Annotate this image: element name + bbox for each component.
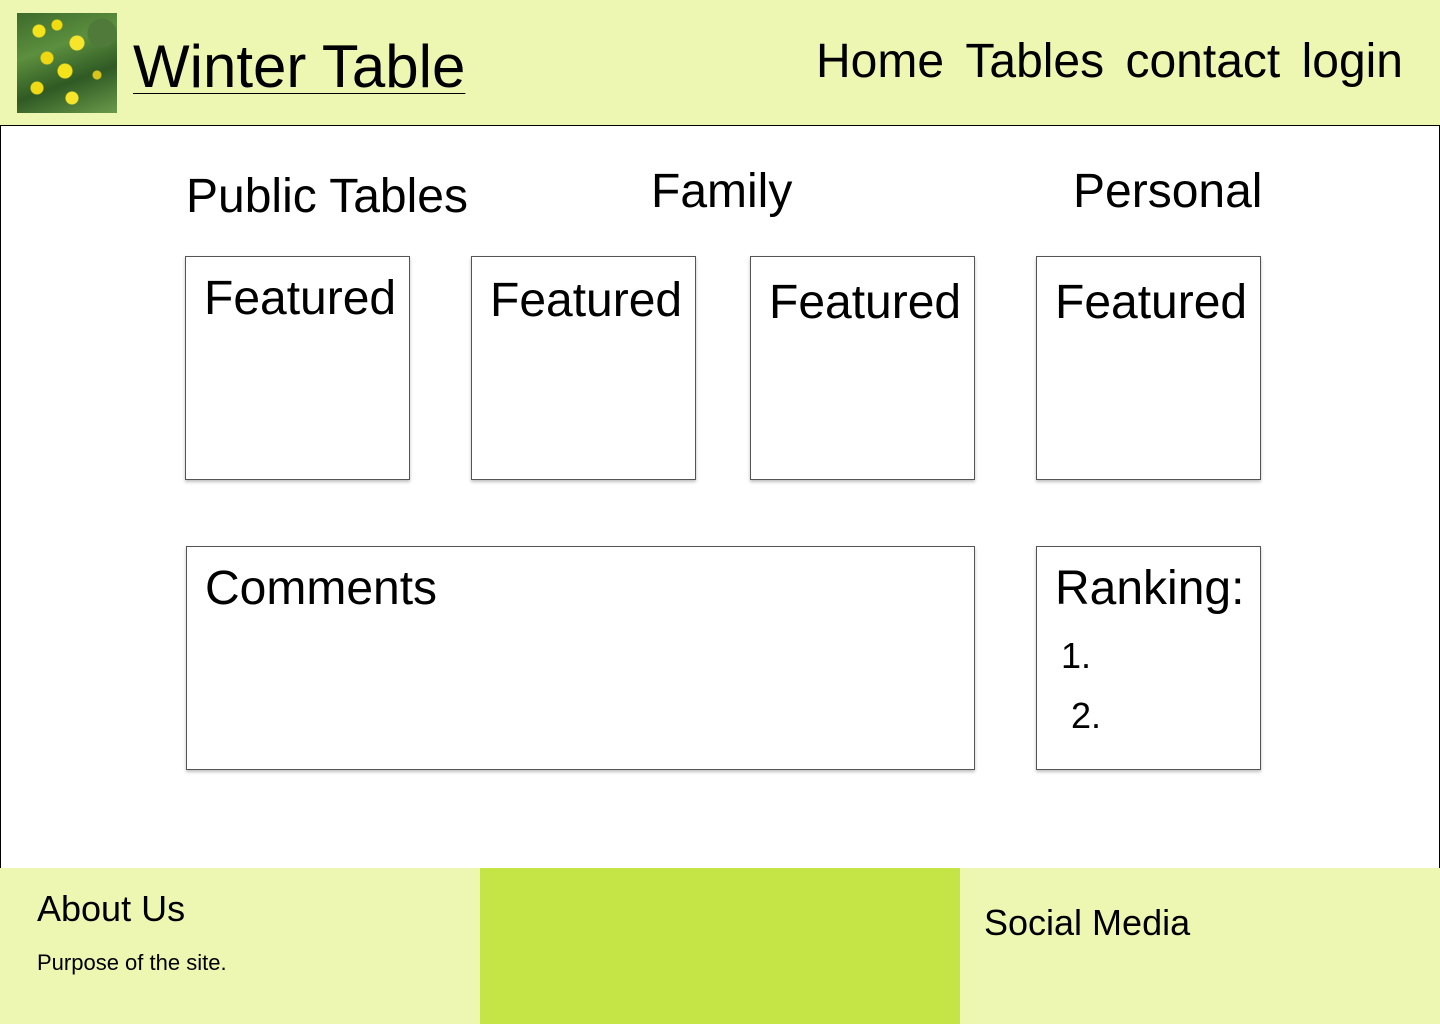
about-us-text: Purpose of the site.: [37, 950, 227, 975]
ranking-item-1[interactable]: 1.: [1061, 635, 1091, 677]
nav-contact[interactable]: contact: [1125, 35, 1280, 88]
ranking-title: Ranking:: [1055, 562, 1245, 615]
nav-login[interactable]: login: [1302, 35, 1403, 88]
footer-social-section: Social Media: [960, 868, 1440, 1024]
site-logo[interactable]: [17, 13, 117, 113]
main-content: Public Tables Family Personal Featured F…: [0, 125, 1440, 869]
featured-card-2[interactable]: Featured: [471, 256, 696, 480]
footer-center-block: [480, 868, 960, 1024]
featured-card-3[interactable]: Featured: [750, 256, 975, 480]
ranking-panel: Ranking: 1. 2.: [1036, 546, 1261, 770]
main-nav: Home Tables contact login: [816, 34, 1403, 90]
featured-card-title: Featured: [1055, 276, 1248, 329]
social-media-title[interactable]: Social Media: [984, 902, 1190, 944]
site-header: Winter Table Home Tables contact login: [0, 0, 1440, 125]
site-footer: About Us Purpose of the site. Social Med…: [0, 868, 1440, 1024]
featured-card-4[interactable]: Featured: [1036, 256, 1261, 480]
nav-home[interactable]: Home: [816, 35, 944, 88]
about-us-title: About Us: [37, 888, 186, 929]
featured-card-title: Featured: [204, 272, 397, 325]
nav-tables[interactable]: Tables: [965, 35, 1104, 88]
featured-card-title: Featured: [490, 274, 683, 327]
comments-panel[interactable]: Comments: [186, 546, 975, 770]
featured-card-1[interactable]: Featured: [185, 256, 410, 480]
footer-about-section: About Us Purpose of the site.: [0, 868, 480, 1024]
column-heading-personal: Personal: [1073, 165, 1263, 218]
site-title-link[interactable]: Winter Table: [133, 32, 465, 102]
column-heading-public-tables: Public Tables: [186, 170, 468, 223]
ranking-item-2[interactable]: 2.: [1071, 695, 1101, 737]
comments-title: Comments: [205, 562, 438, 615]
featured-card-title: Featured: [769, 276, 962, 329]
column-heading-family: Family: [651, 165, 793, 218]
